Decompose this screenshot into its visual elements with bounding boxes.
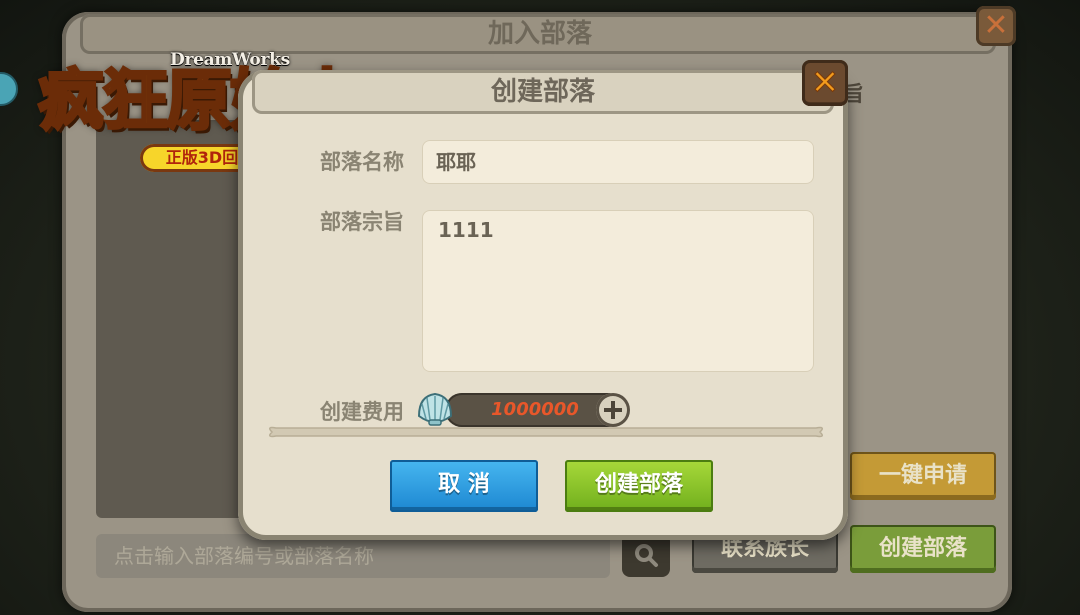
cost-amount: 1000000 xyxy=(491,399,579,420)
tribe-purpose-label: 部落宗旨 xyxy=(320,210,404,234)
tribe-name-label: 部落名称 xyxy=(320,150,404,174)
creation-cost-label: 创建费用 xyxy=(320,400,404,424)
modal-title: 创建部落 xyxy=(490,77,595,107)
tribe-search-input[interactable] xyxy=(96,534,610,578)
close-icon: ✕ xyxy=(983,8,1009,43)
join-tribe-close-button[interactable]: ✕ xyxy=(976,6,1016,46)
wood-divider xyxy=(269,426,823,438)
shell-icon xyxy=(417,392,453,426)
search-icon xyxy=(635,544,658,567)
close-icon[interactable]: ✕ xyxy=(802,60,848,106)
side-arrow-icon[interactable] xyxy=(0,72,18,106)
tribe-name-field[interactable] xyxy=(422,140,814,184)
apply-all-button[interactable]: 一键申请 xyxy=(850,452,996,500)
add-currency-button[interactable] xyxy=(596,393,630,427)
join-tribe-title: 加入部落 xyxy=(487,19,592,49)
tribe-purpose-value[interactable]: 1111 xyxy=(438,218,494,242)
tribe-name-value[interactable]: 耶耶 xyxy=(436,140,476,184)
cancel-button[interactable]: 取 消 xyxy=(390,460,538,512)
create-tribe-button[interactable]: 创建部落 xyxy=(565,460,713,512)
create-tribe-shortcut-button[interactable]: 创建部落 xyxy=(850,525,996,573)
